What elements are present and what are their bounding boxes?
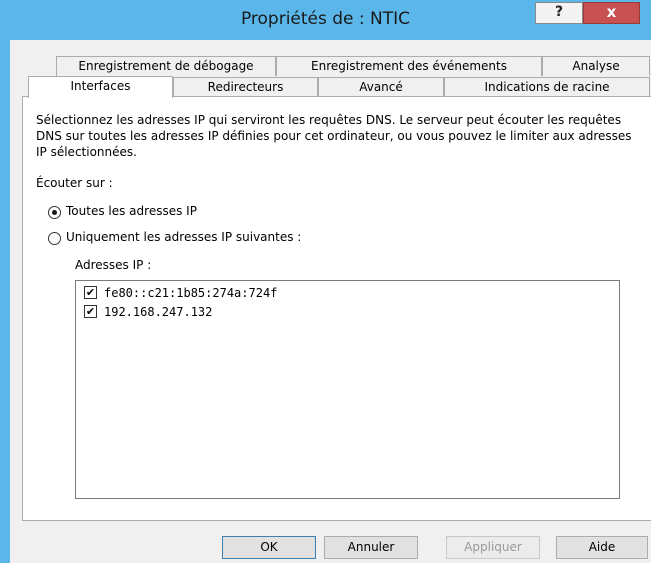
help-title-button[interactable]: ? [535,2,583,24]
apply-button[interactable]: Appliquer [446,536,540,559]
checkbox-ip-2[interactable]: ✔ [84,305,97,318]
properties-dialog: Propriétés de : NTIC ? x Enregistrement … [0,0,651,563]
help-button[interactable]: Aide [556,536,648,559]
cancel-button[interactable]: Annuler [324,536,418,559]
tab-debug-logging[interactable]: Enregistrement de débogage [56,56,276,76]
ok-button[interactable]: OK [222,536,316,559]
ip-address-text: 192.168.247.132 [104,305,213,319]
title-bar[interactable]: Propriétés de : NTIC ? x [0,0,651,40]
tab-monitoring[interactable]: Analyse [542,56,650,76]
ip-address-text: fe80::c21:1b85:274a:724f [104,286,278,300]
radio-all-addresses[interactable] [48,206,61,219]
description-text: Sélectionnez les adresses IP qui serviro… [36,113,632,159]
ip-address-list[interactable]: ✔ fe80::c21:1b85:274a:724f ✔ 192.168.247… [75,280,620,499]
ip-list-label: Adresses IP : [75,258,152,272]
tab-advanced[interactable]: Avancé [318,77,444,97]
radio-all-addresses-label[interactable]: Toutes les adresses IP [66,204,197,218]
radio-specific-addresses-label[interactable]: Uniquement les adresses IP suivantes : [66,230,301,244]
listen-on-label: Écouter sur : [36,176,113,190]
tab-interfaces[interactable]: Interfaces [28,76,173,98]
tab-event-logging[interactable]: Enregistrement des événements [276,56,542,76]
checkbox-ip-1[interactable]: ✔ [84,286,97,299]
close-button[interactable]: x [583,2,640,24]
tab-forwarders[interactable]: Redirecteurs [173,77,318,97]
radio-specific-addresses[interactable] [48,232,61,245]
tab-root-hints[interactable]: Indications de racine [444,77,650,97]
